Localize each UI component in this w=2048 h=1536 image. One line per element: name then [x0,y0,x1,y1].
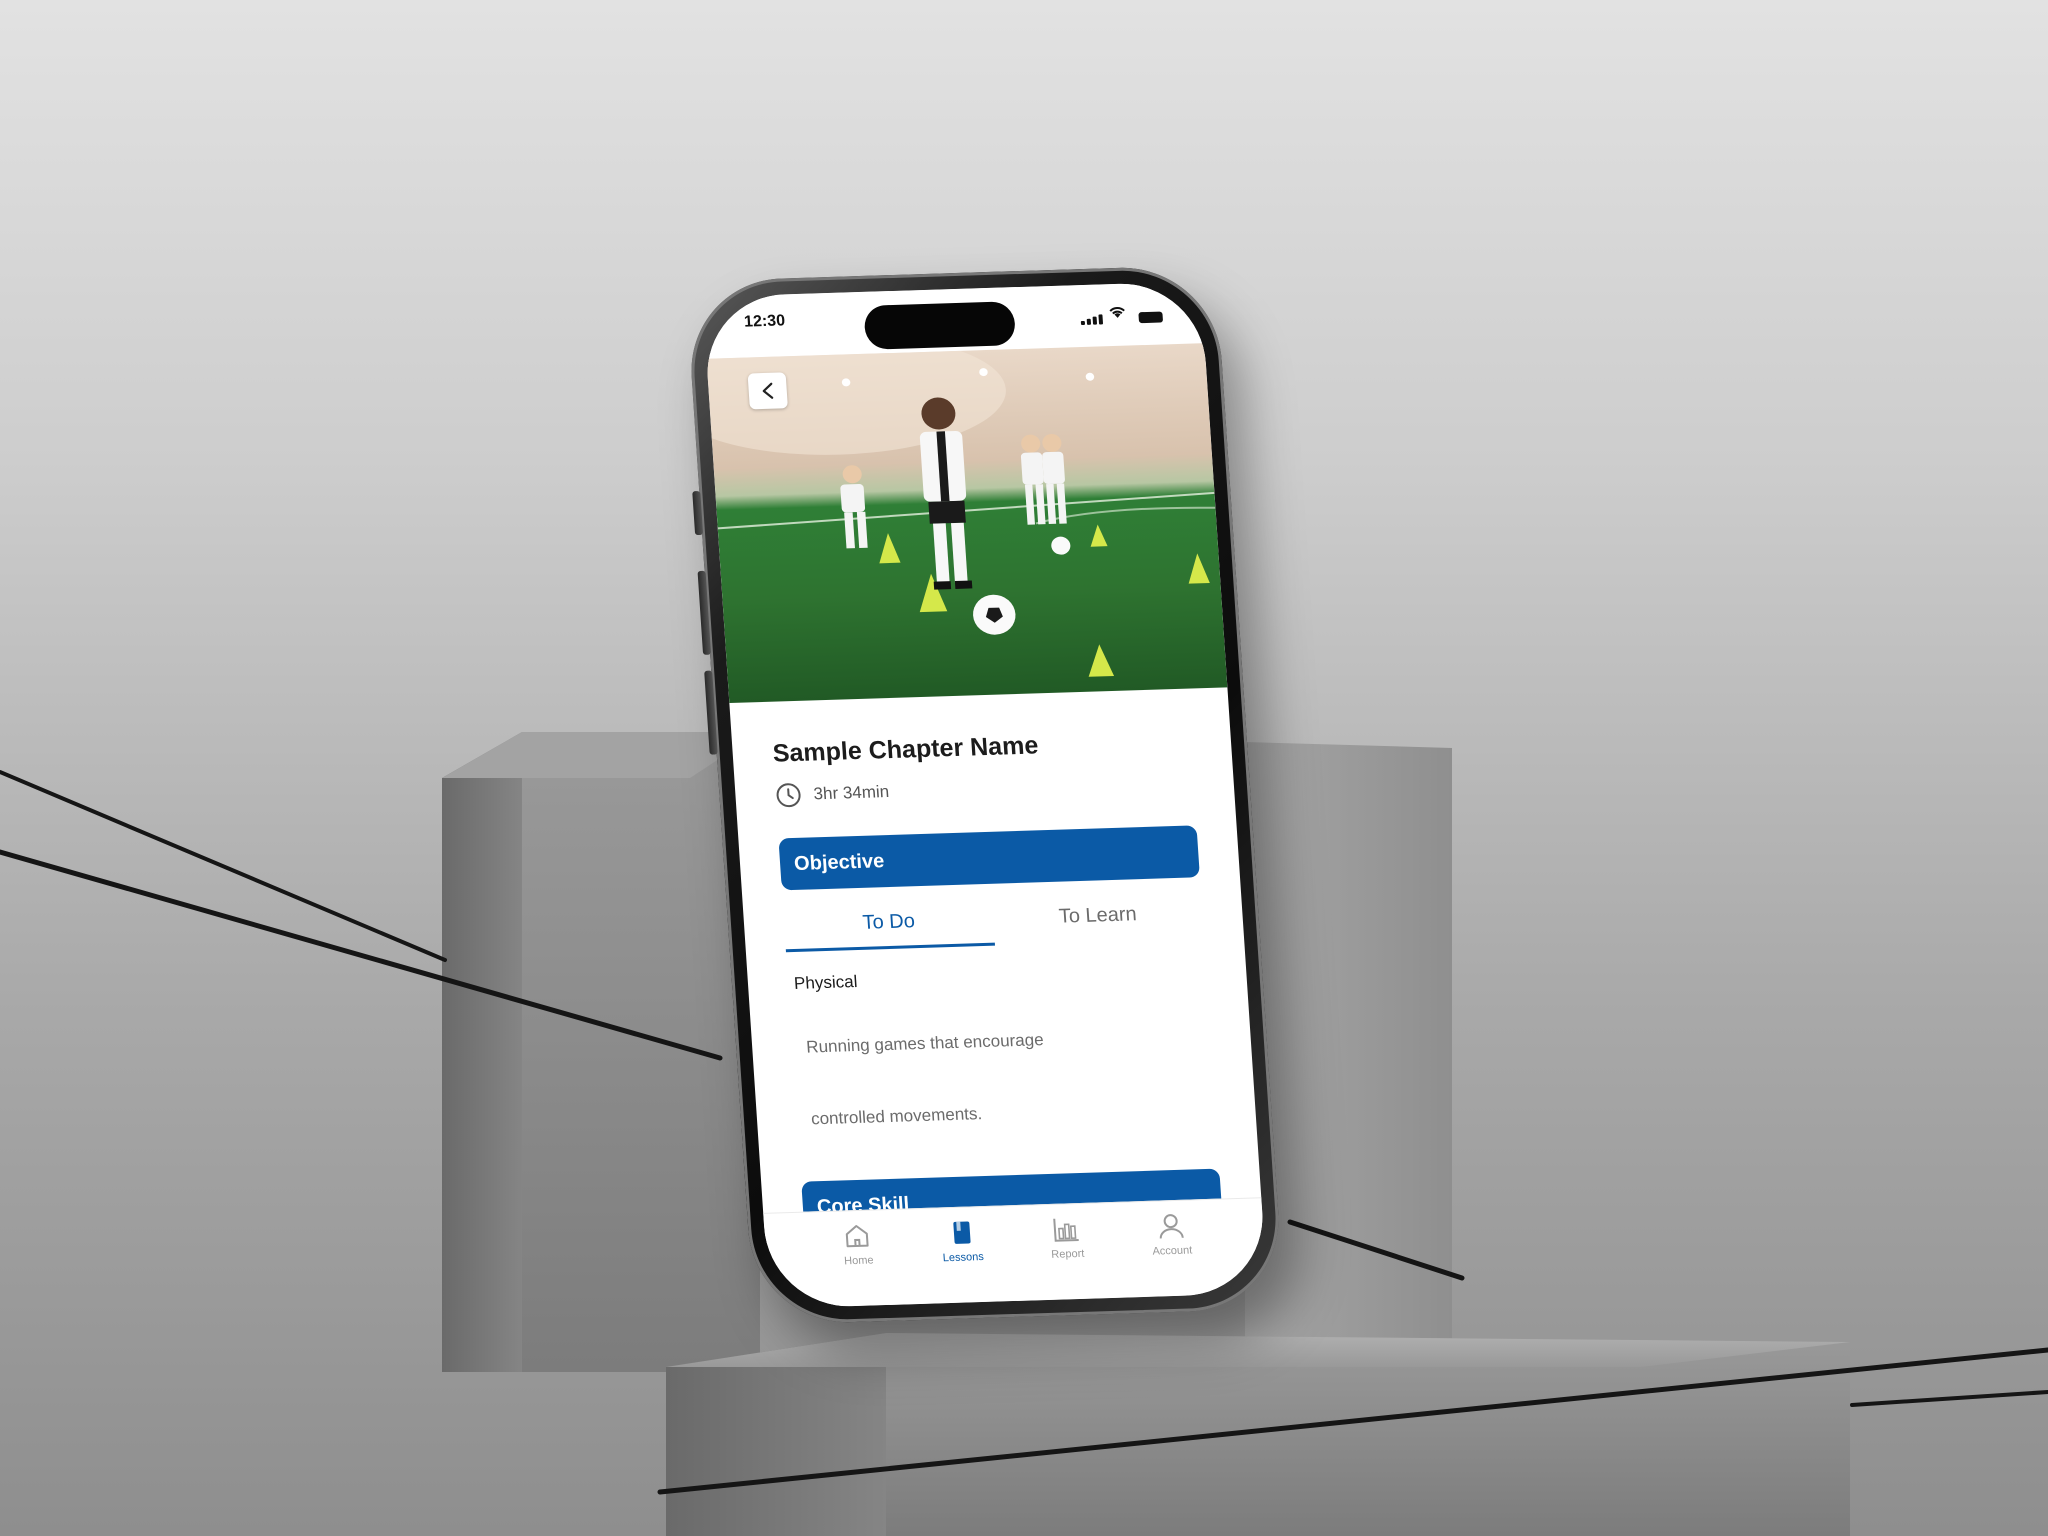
phone-mockup: 12:30 Sample Chapter Name 3hr 34min Obje… [685,264,1285,1326]
chapter-duration: 3hr 34min [812,782,890,804]
nav-item-home[interactable]: Home [811,1220,907,1308]
user-icon [1159,1214,1184,1239]
status-icons [1080,304,1164,326]
book-icon [953,1221,971,1244]
nav-item-account[interactable]: Account [1125,1210,1221,1298]
status-time: 12:30 [743,312,786,331]
concrete-block-bottom [666,1333,1850,1536]
nav-label-report: Report [1050,1247,1085,1261]
chapter-content: Sample Chapter Name 3hr 34min Objective … [729,687,1262,1234]
nav-label-account: Account [1152,1244,1193,1258]
concrete-block-left [442,732,760,1372]
chevron-left-icon [762,382,774,399]
physical-label: Physical [793,972,859,993]
nav-label-lessons: Lessons [942,1250,985,1265]
bottom-navigation: Home Lessons Report Account [763,1197,1268,1309]
clock-icon [776,783,801,808]
tab-to-do[interactable]: To Do [782,897,996,953]
nav-label-home: Home [843,1254,874,1268]
wifi-icon [1108,306,1127,325]
phone-screen: 12:30 Sample Chapter Name 3hr 34min Obje… [702,281,1268,1309]
bar-chart-icon [1053,1218,1080,1242]
objective-tabs: To Do To Learn [782,891,1204,953]
physical-description-line-1: Running games that encourage [805,1030,1045,1057]
back-button[interactable] [747,372,788,410]
tab-to-learn[interactable]: To Learn [992,891,1204,945]
nav-item-report[interactable]: Report [1020,1213,1116,1301]
nav-item-lessons[interactable]: Lessons [916,1216,1012,1304]
battery-icon [1138,311,1164,324]
chapter-title: Sample Chapter Name [771,731,1040,768]
duration-row: 3hr 34min [775,769,1195,808]
dynamic-island [863,301,1017,350]
signal-icon [1080,314,1104,326]
physical-description-line-2: controlled movements. [810,1104,983,1129]
hero-image [706,343,1228,704]
physical-description: Running games that encourage controlled … [790,1002,1130,1156]
objective-section-header[interactable]: Objective [778,825,1200,891]
home-icon [846,1224,869,1248]
